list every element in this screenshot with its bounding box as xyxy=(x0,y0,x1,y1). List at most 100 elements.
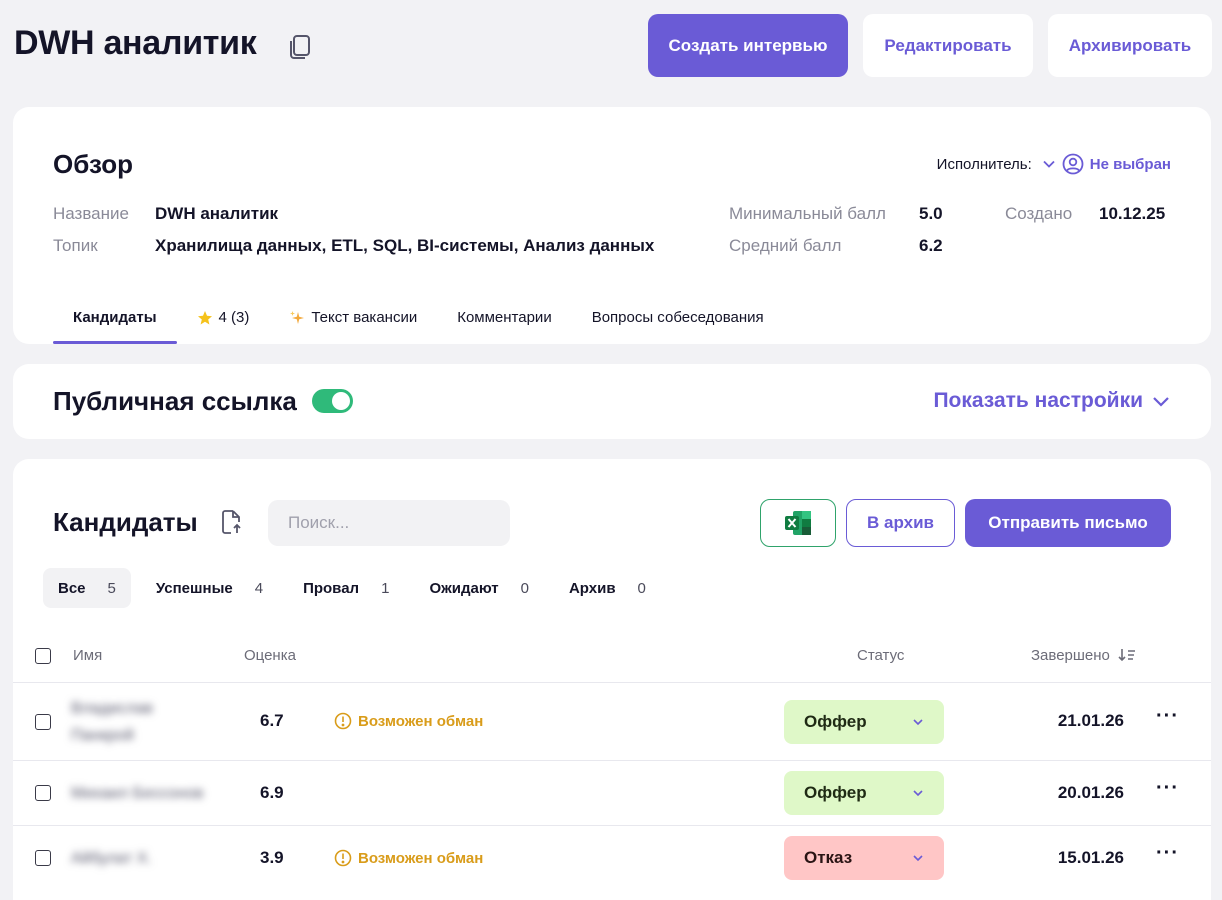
copy-icon[interactable] xyxy=(287,33,313,61)
row-checkbox[interactable] xyxy=(35,785,51,801)
column-header-score[interactable]: Оценка xyxy=(244,647,296,664)
show-settings-label: Показать настройки xyxy=(933,389,1143,412)
toggle-knob xyxy=(332,392,350,410)
public-link-title: Публичная ссылка xyxy=(53,386,297,416)
more-actions-icon[interactable]: ··· xyxy=(1156,842,1179,865)
assignee-value: Не выбран xyxy=(1089,155,1171,173)
row-checkbox[interactable] xyxy=(35,850,51,866)
status-label: Оффер xyxy=(804,712,867,731)
tab-candidates[interactable]: Кандидаты xyxy=(53,291,177,344)
candidates-card: Кандидаты В архив Отправить письмо Все 5… xyxy=(13,459,1211,900)
table-row[interactable]: Владислав Панкрой 6.7 Возможен обман Офф… xyxy=(13,682,1211,760)
assignee-label: Исполнитель: xyxy=(936,155,1032,173)
filter-all[interactable]: Все 5 xyxy=(43,568,131,608)
filter-label: Архив xyxy=(568,579,616,597)
edit-button[interactable]: Редактировать xyxy=(863,14,1033,77)
candidate-score: 3.9 xyxy=(260,848,284,867)
tab-comments[interactable]: Комментарии xyxy=(457,291,551,344)
export-excel-button[interactable] xyxy=(760,499,836,547)
avg-score-value: 6.2 xyxy=(919,236,943,255)
chevron-down-icon xyxy=(1153,397,1169,407)
filter-label: Провал xyxy=(303,579,360,597)
to-archive-button[interactable]: В архив xyxy=(846,499,955,547)
row-checkbox[interactable] xyxy=(35,714,51,730)
warning-label: Возможен обман xyxy=(358,712,484,730)
status-select[interactable]: Отказ xyxy=(784,836,944,880)
table-row[interactable]: Михаил Бессонов 6.9 Оффер 20.01.26 ··· xyxy=(13,760,1211,825)
filter-count: 0 xyxy=(520,579,529,597)
completed-date: 21.01.26 xyxy=(1057,711,1124,730)
status-select[interactable]: Оффер xyxy=(784,771,944,815)
candidate-name[interactable]: Михаил Бессонов xyxy=(71,780,241,807)
create-interview-button[interactable]: Создать интервью xyxy=(648,14,848,77)
status-label: Отказ xyxy=(804,848,853,867)
tab-label: Кандидаты xyxy=(73,309,157,326)
chevron-down-icon xyxy=(913,790,923,797)
filter-label: Успешные xyxy=(155,579,233,597)
chevron-down-icon xyxy=(1043,160,1055,168)
filter-count: 0 xyxy=(637,579,646,597)
candidates-title: Кандидаты xyxy=(53,507,198,537)
sparkles-icon xyxy=(290,310,305,324)
table-row[interactable]: Айбулат Х. 3.9 Возможен обман Отказ 15.0… xyxy=(13,825,1211,895)
created-value: 10.12.25 xyxy=(1099,204,1166,223)
min-score-value: 5.0 xyxy=(919,204,943,223)
candidate-name[interactable]: Айбулат Х. xyxy=(71,845,201,872)
completed-date: 15.01.26 xyxy=(1057,848,1124,867)
candidate-name[interactable]: Владислав Панкрой xyxy=(71,695,201,749)
tab-label: Текст вакансии xyxy=(311,309,418,326)
chevron-down-icon xyxy=(913,855,923,862)
assignee-selector[interactable]: Исполнитель: Не выбран xyxy=(937,153,1171,175)
warning-icon xyxy=(334,712,352,730)
filter-count: 4 xyxy=(254,579,264,597)
tab-interview-questions[interactable]: Вопросы собеседования xyxy=(592,291,764,344)
page-header: DWH аналитик Создать интервью Редактиров… xyxy=(0,0,1222,100)
filter-archive[interactable]: Архив 0 xyxy=(554,568,661,608)
column-header-completed[interactable]: Завершено xyxy=(1031,647,1136,664)
file-export-icon[interactable] xyxy=(220,509,242,535)
filter-successful[interactable]: Успешные 4 xyxy=(141,568,278,608)
completed-date: 20.01.26 xyxy=(1057,783,1124,802)
topic-label: Топик xyxy=(53,236,98,255)
warning-label: Возможен обман xyxy=(358,849,484,867)
tab-vacancy-text[interactable]: Текст вакансии xyxy=(289,291,417,344)
column-header-name[interactable]: Имя xyxy=(73,647,102,664)
avg-score-label: Средний балл xyxy=(729,236,842,255)
candidate-filters: Все 5 Успешные 4 Провал 1 Ожидают 0 Архи… xyxy=(43,568,671,608)
send-letter-button[interactable]: Отправить письмо xyxy=(965,499,1171,547)
filter-pending[interactable]: Ожидают 0 xyxy=(414,568,544,608)
show-settings-button[interactable]: Показать настройки xyxy=(933,389,1171,413)
public-link-card: Публичная ссылка Показать настройки xyxy=(13,364,1211,439)
created-label: Создано xyxy=(1005,204,1073,223)
page-title: DWH аналитик xyxy=(14,24,257,62)
more-actions-icon[interactable]: ··· xyxy=(1156,705,1179,728)
name-value: DWH аналитик xyxy=(155,204,279,223)
filter-count: 1 xyxy=(381,579,390,597)
tab-label: 4 (3) xyxy=(218,309,250,326)
candidate-score: 6.9 xyxy=(260,783,284,802)
overview-card: Обзор Исполнитель: Не выбран Название DW… xyxy=(13,107,1211,344)
overview-tabs: Кандидаты 4 (3) Текст вакансии Комментар… xyxy=(53,291,804,344)
search-input[interactable] xyxy=(268,500,510,546)
public-link-toggle[interactable] xyxy=(312,389,353,413)
archive-button[interactable]: Архивировать xyxy=(1048,14,1212,77)
name-label: Название xyxy=(53,204,129,223)
tab-rating[interactable]: 4 (3) xyxy=(197,291,250,344)
candidate-score: 6.7 xyxy=(260,711,284,730)
chevron-down-icon xyxy=(913,719,923,726)
user-icon xyxy=(1062,153,1084,175)
tab-label: Комментарии xyxy=(457,309,552,326)
column-header-status[interactable]: Статус xyxy=(857,647,904,664)
status-select[interactable]: Оффер xyxy=(784,700,944,744)
filter-label: Все xyxy=(58,579,86,597)
overview-title: Обзор xyxy=(53,149,133,179)
select-all-checkbox[interactable] xyxy=(35,648,51,664)
min-score-label: Минимальный балл xyxy=(729,204,886,223)
more-actions-icon[interactable]: ··· xyxy=(1156,777,1179,800)
status-label: Оффер xyxy=(804,783,867,802)
column-header-label: Завершено xyxy=(1031,647,1110,664)
topic-value: Хранилища данных, ETL, SQL, BI-системы, … xyxy=(155,236,655,255)
filter-count: 5 xyxy=(107,579,116,597)
excel-icon xyxy=(785,511,811,535)
filter-failed[interactable]: Провал 1 xyxy=(288,568,404,608)
